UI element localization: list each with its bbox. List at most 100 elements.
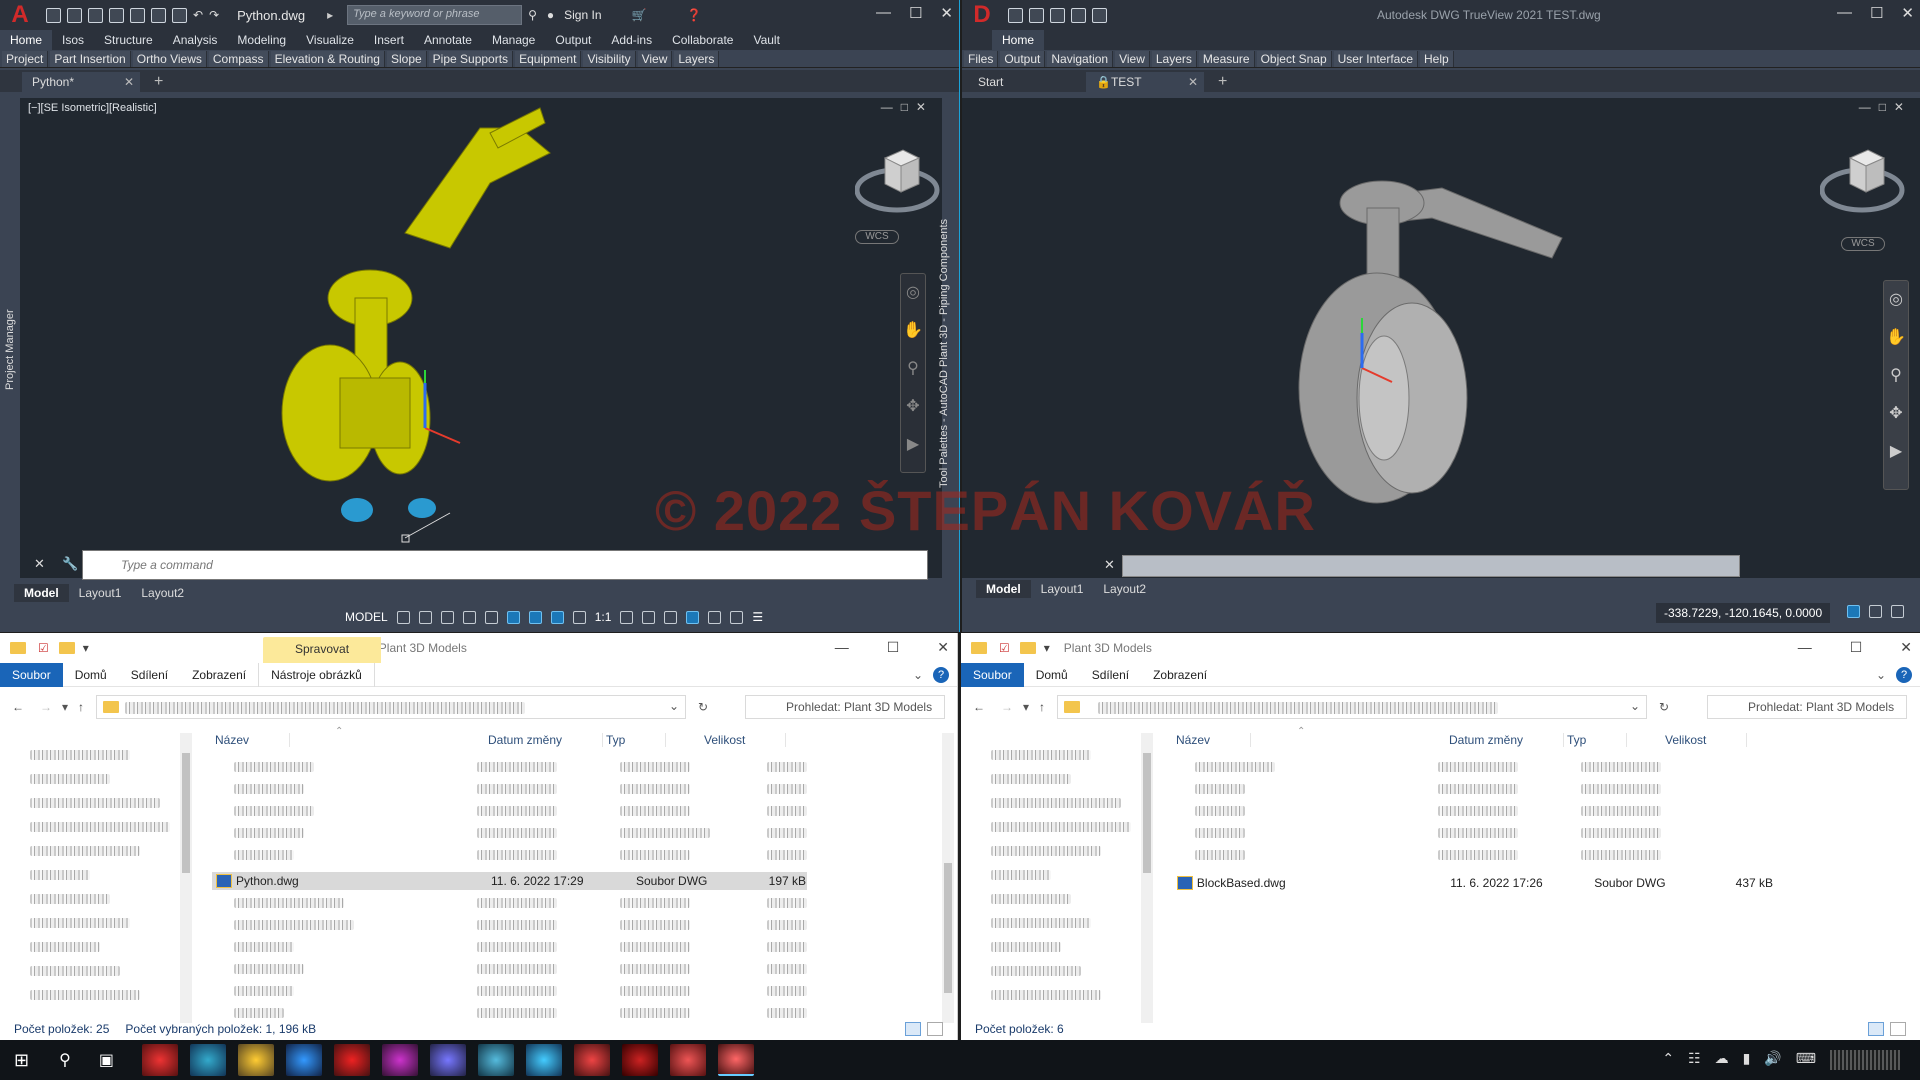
explorer-tab-soubor[interactable]: Soubor: [961, 662, 1024, 687]
close-icon[interactable]: ✕: [940, 4, 953, 22]
panel-view[interactable]: View: [637, 50, 673, 67]
plant3d-app-icon[interactable]: A: [0, 0, 40, 30]
publish-icon[interactable]: [130, 7, 145, 23]
new-file-icon[interactable]: [46, 7, 61, 23]
showmotion-icon[interactable]: ▶: [907, 434, 919, 454]
new-tab-icon[interactable]: +: [1218, 72, 1227, 92]
clean-screen-icon[interactable]: [1891, 605, 1904, 618]
properties-icon[interactable]: ☑: [999, 641, 1010, 655]
close-tab-icon[interactable]: ✕: [124, 72, 134, 92]
close-cmd-icon[interactable]: ✕: [1104, 557, 1115, 573]
convert-icon[interactable]: [1029, 7, 1044, 23]
ribbon-tab-collaborate[interactable]: Collaborate: [662, 30, 743, 50]
chevron-down-icon[interactable]: ⌄: [1630, 699, 1640, 713]
chevron-down-icon[interactable]: ▾: [1044, 641, 1050, 655]
refresh-icon[interactable]: ↻: [1659, 700, 1669, 714]
forward-icon[interactable]: →: [40, 700, 52, 714]
coordinates-readout[interactable]: -338.7229, -120.1645, 0.0000: [1656, 603, 1831, 623]
panel-visibility[interactable]: Visibility: [583, 50, 636, 67]
doc-tab-test[interactable]: 🔒TEST ✕: [1086, 72, 1204, 92]
maximize-icon[interactable]: ☐: [887, 639, 900, 656]
ribbon-tab-output[interactable]: Output: [545, 30, 601, 50]
layout-tab-layout1[interactable]: Layout1: [69, 584, 132, 602]
undo-icon[interactable]: ↶: [193, 8, 203, 22]
taskbar-app-icon[interactable]: [381, 1044, 418, 1076]
layout-tab-model[interactable]: Model: [14, 584, 69, 602]
doc-tab-start[interactable]: Start: [968, 72, 1086, 92]
orbit-icon[interactable]: ✥: [906, 396, 919, 416]
doc-tab-python[interactable]: Python* ✕: [22, 72, 140, 92]
forward-icon[interactable]: →: [1001, 700, 1013, 714]
taskbar-app-icon[interactable]: [477, 1044, 514, 1076]
project-manager-palette[interactable]: Project Manager: [4, 290, 20, 390]
chevron-down-icon[interactable]: ⌄: [669, 699, 679, 713]
selection-cycling-icon[interactable]: [528, 610, 542, 624]
ortho-icon[interactable]: [440, 610, 454, 624]
ribbon-tab-isos[interactable]: Isos: [52, 30, 94, 50]
taskbar-app-icon[interactable]: [333, 1044, 370, 1076]
export-icon[interactable]: [151, 7, 166, 23]
command-line-input[interactable]: [1122, 555, 1740, 577]
windows-start-icon[interactable]: ⊞: [14, 1050, 29, 1071]
close-icon[interactable]: ✕: [1900, 639, 1912, 656]
explorer-tab-zobrazen[interactable]: Zobrazení: [180, 663, 258, 687]
save-icon[interactable]: [88, 7, 103, 23]
explorer-tab-sd-len[interactable]: Sdílení: [119, 663, 180, 687]
customize-menu-icon[interactable]: ☰: [752, 610, 763, 624]
print-icon[interactable]: [1050, 7, 1065, 23]
file-list[interactable]: [1173, 758, 1773, 868]
wcs-menu[interactable]: WCS: [855, 230, 899, 244]
model-space-toggle[interactable]: MODEL: [345, 610, 388, 624]
clock[interactable]: [1830, 1050, 1900, 1070]
column-header-1[interactable]: Datum změny: [1449, 733, 1565, 747]
cloud-icon[interactable]: ☁: [1715, 1050, 1729, 1070]
panel-pipe-supports[interactable]: Pipe Supports: [428, 50, 514, 67]
help-search-input[interactable]: Type a keyword or phrase: [347, 5, 523, 25]
recent-icon[interactable]: ▾: [1023, 700, 1029, 714]
minimize-icon[interactable]: —: [835, 639, 849, 656]
wcs-menu[interactable]: WCS: [1841, 237, 1885, 251]
polar-icon[interactable]: [462, 610, 476, 624]
maximize-icon[interactable]: ☐: [1850, 639, 1863, 656]
chevron-up-icon[interactable]: ⌃: [1662, 1050, 1674, 1070]
showmotion-icon[interactable]: ▶: [1890, 441, 1902, 461]
open-folder-icon[interactable]: [1008, 7, 1023, 23]
gear-icon[interactable]: [620, 610, 634, 624]
navigation-pane[interactable]: [10, 738, 180, 1008]
chevron-down-icon[interactable]: ⌄: [1876, 668, 1886, 682]
panel-view[interactable]: View: [1115, 50, 1150, 67]
isodraft-icon[interactable]: [506, 610, 520, 624]
panel-measure[interactable]: Measure: [1198, 50, 1255, 67]
refresh-icon[interactable]: ↻: [698, 700, 708, 714]
pan-hand-icon[interactable]: ✋: [903, 320, 923, 340]
panel-compass[interactable]: Compass: [208, 50, 269, 67]
column-header-3[interactable]: Velikost: [1665, 733, 1748, 747]
close-icon[interactable]: ✕: [1901, 4, 1914, 22]
close-tab-icon[interactable]: ✕: [1188, 72, 1198, 92]
taskbar-app-icon[interactable]: [525, 1044, 562, 1076]
ribbon-tab-vault[interactable]: Vault: [743, 30, 789, 50]
explorer-tab-zobrazen[interactable]: Zobrazení: [1141, 663, 1219, 687]
minimize-icon[interactable]: —: [876, 4, 891, 22]
zoom-icon[interactable]: ⚲: [907, 358, 919, 378]
column-header-1[interactable]: Datum změny: [488, 733, 604, 747]
plot-icon[interactable]: [1071, 7, 1086, 23]
panel-navigation[interactable]: Navigation: [1047, 50, 1114, 67]
explorer-tab-dom[interactable]: Domů: [63, 663, 119, 687]
properties-icon[interactable]: ☑: [38, 641, 49, 655]
address-bar[interactable]: ⌄: [96, 695, 687, 719]
chevron-down-icon[interactable]: ⌄: [913, 668, 923, 682]
units-icon[interactable]: [664, 610, 678, 624]
clean-screen-icon[interactable]: [730, 610, 744, 624]
panel-files[interactable]: Files: [964, 50, 999, 67]
ribbon-tab-home[interactable]: Home: [0, 30, 53, 50]
help-icon[interactable]: ?: [1896, 667, 1912, 683]
details-view-icon[interactable]: [905, 1022, 921, 1036]
column-header-3[interactable]: Velikost: [704, 733, 787, 747]
save-as-icon[interactable]: [109, 7, 124, 23]
steering-wheel-icon[interactable]: ◎: [906, 282, 920, 302]
search-icon[interactable]: ⚲: [528, 8, 537, 22]
maximize-icon[interactable]: ☐: [909, 4, 922, 22]
manage-context-tab[interactable]: Spravovat: [263, 637, 382, 663]
panel-object-snap[interactable]: Object Snap: [1256, 50, 1332, 67]
